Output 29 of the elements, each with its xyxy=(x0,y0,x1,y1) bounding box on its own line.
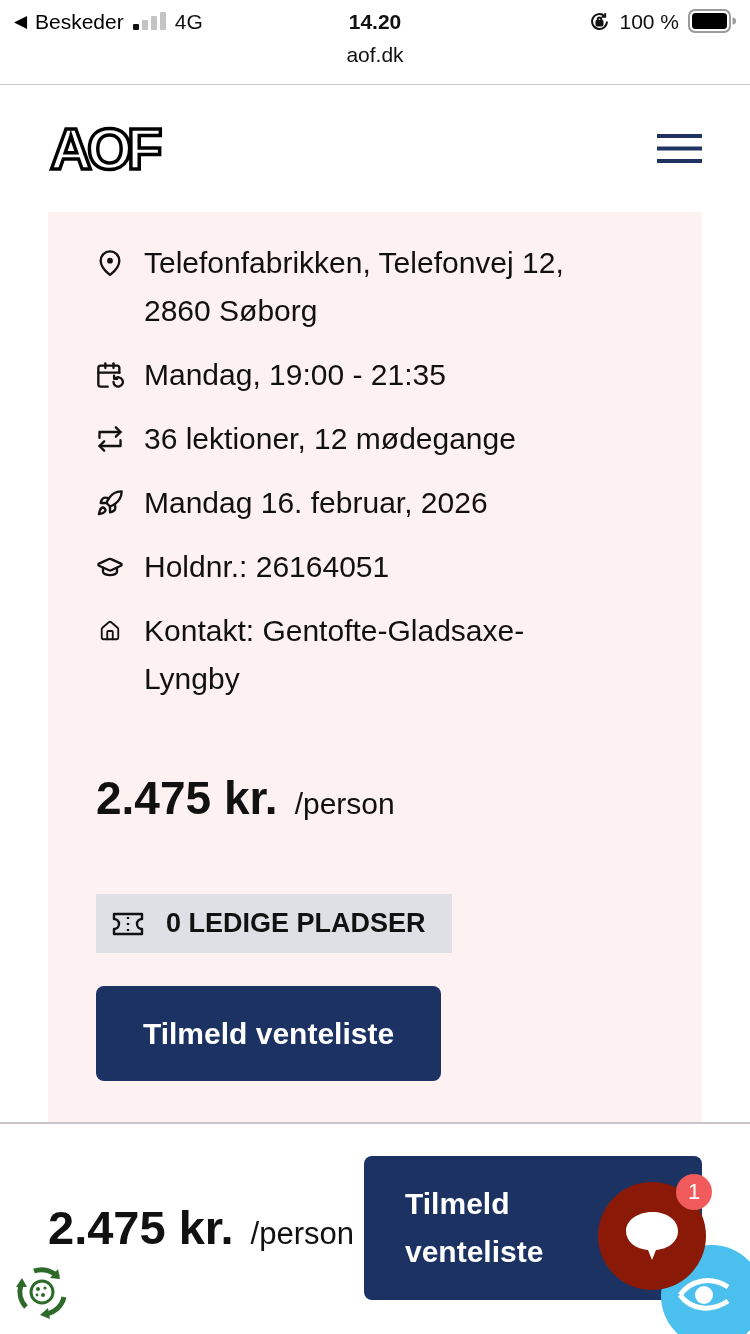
schedule-text: Mandag, 19:00 - 21:35 xyxy=(144,357,447,393)
ticket-icon xyxy=(112,911,144,936)
battery-icon xyxy=(688,9,736,33)
calendar-repeat-icon xyxy=(96,361,124,389)
rotation-lock-icon xyxy=(589,10,611,32)
battery-percent-text: 100 % xyxy=(619,10,679,32)
speech-bubble-icon xyxy=(626,1212,678,1260)
url-text[interactable]: aof.dk xyxy=(346,42,404,68)
availability-text: 0 LEDIGE PLADSER xyxy=(166,910,426,937)
waitlist-button[interactable]: Tilmeld venteliste xyxy=(96,986,441,1081)
house-icon xyxy=(99,620,121,642)
signal-icon xyxy=(132,12,166,30)
start-date-text: Mandag 16. februar, 2026 xyxy=(144,485,489,521)
price-text: 2.475 kr. xyxy=(48,1200,234,1256)
clock-text: 14.20 xyxy=(348,10,402,32)
contact-text: Kontakt: Gentofte-Gladsaxe-Lyngby xyxy=(144,613,526,697)
price-unit-text: /person xyxy=(294,786,395,822)
price-unit-text: /person xyxy=(250,1215,354,1253)
rocket-icon xyxy=(96,489,124,517)
price-text: 2.475 kr. xyxy=(96,771,278,826)
back-to-app-button[interactable]: ◀ Beskeder xyxy=(14,10,124,32)
network-type-text: 4G xyxy=(174,10,203,32)
menu-icon[interactable] xyxy=(657,134,702,163)
unread-count: 1 xyxy=(676,1174,712,1210)
lessons-text: 36 lektioner, 12 mødegange xyxy=(144,421,517,457)
repeat-arrows-icon xyxy=(96,425,124,453)
address-text: Telefonfabrikken, Telefonvej 12, 2860 Søborg xyxy=(144,245,565,329)
logo[interactable]: AOF xyxy=(48,119,165,178)
team-number-text: Holdnr.: 26164051 xyxy=(144,549,391,585)
